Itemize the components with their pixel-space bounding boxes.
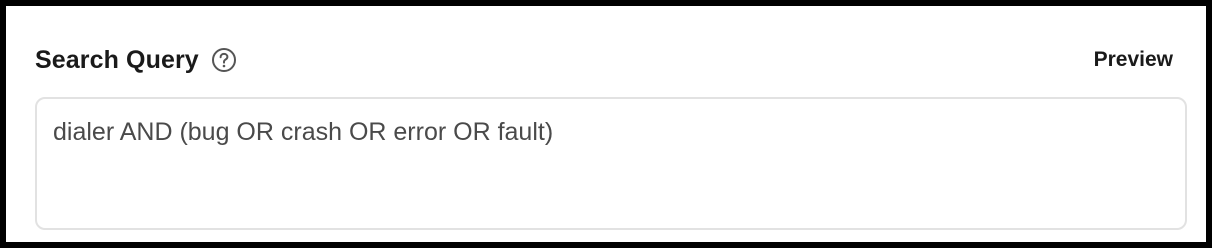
search-query-header: Search Query Preview [35, 42, 1177, 78]
title-group: Search Query [35, 46, 237, 75]
search-query-panel: Search Query Preview dialer AND (bug OR … [6, 6, 1206, 242]
search-query-input[interactable]: dialer AND (bug OR crash OR error OR fau… [35, 97, 1187, 230]
preview-button[interactable]: Preview [1094, 48, 1173, 72]
search-query-title: Search Query [35, 45, 199, 74]
help-icon[interactable] [211, 47, 237, 73]
